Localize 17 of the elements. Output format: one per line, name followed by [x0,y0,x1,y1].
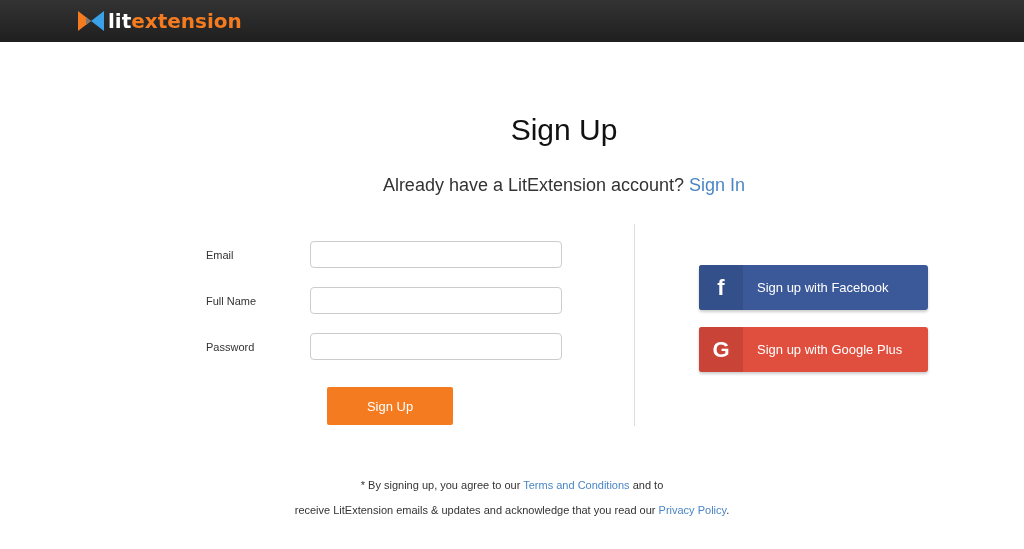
sign-up-button[interactable]: Sign Up [327,387,453,425]
privacy-notice: receive LitExtension emails & updates and acknowledge that you read our Privacy Policy. [293,503,731,517]
field-label: Email [206,248,235,261]
google-sign-up-button[interactable]: G Sign up with Google Plus [699,327,928,372]
terms-link[interactable]: Terms and Conditions [523,479,630,491]
page-title: Sign Up [509,112,619,148]
facebook-sign-up-button[interactable]: f Sign up with Facebook [699,265,928,310]
input-field[interactable] [310,333,562,360]
input-field[interactable] [310,287,562,314]
logo-icon [78,9,104,33]
sign-in-link[interactable]: Sign In [689,175,746,195]
terms-notice: * By signing up, you agree to our Terms and Conditions and to [359,478,665,492]
field-label: Password [206,340,256,353]
input-field[interactable] [310,241,562,268]
field-label: Full Name [206,294,258,307]
logo-text[interactable]: litextension [108,9,242,33]
signin-prompt: Already have a LitExtension account? Sign In [381,174,747,196]
